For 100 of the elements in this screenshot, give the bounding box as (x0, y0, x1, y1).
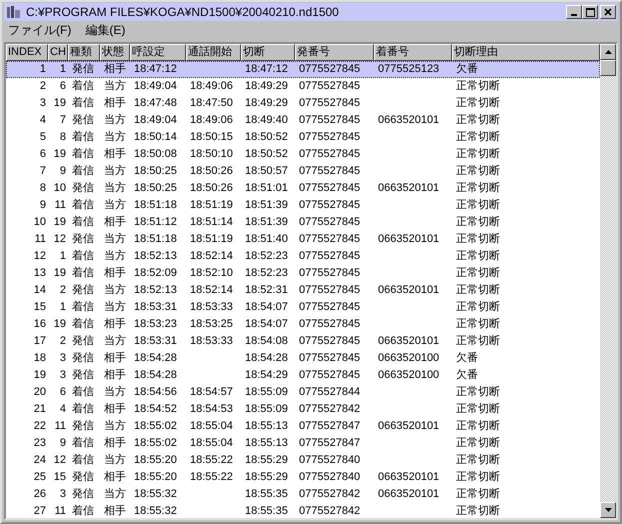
call-type-cell-text: 着信 (71, 385, 95, 400)
side-cell-text: 相手 (103, 147, 127, 162)
caller-number-cell-text: 0775527845 (298, 334, 362, 349)
reason-cell-text: 正常切断 (455, 249, 501, 264)
column-header[interactable]: INDEX (6, 44, 48, 61)
caller-number-cell-text: 0775527842 (298, 487, 362, 502)
reason-cell-text: 正常切断 (455, 113, 501, 128)
table-row[interactable]: 22 11 発信 当方 18:55:02 18:55:04 18:55:13 0775527847 0663520101 正常切断 (6, 418, 600, 435)
channel-cell-text: 2 (58, 334, 67, 349)
table-row[interactable]: 5 8 着信 当方 18:50:14 18:50:15 18:50:52 0775527845 正常切断 (6, 129, 600, 146)
menu-item[interactable]: 編集(E) (85, 22, 126, 38)
side-cell-text: 当方 (103, 181, 127, 196)
caller-number-cell-text: 0775527847 (298, 419, 362, 434)
index-cell-text: 21 (32, 402, 47, 417)
call-type-cell-text: 着信 (71, 215, 95, 230)
table-row[interactable]: 13 19 着信 相手 18:52:09 18:52:10 18:52:23 0775527845 正常切断 (6, 265, 600, 282)
column-header[interactable]: 切断 (241, 44, 295, 61)
reason-cell-text: 正常切断 (455, 164, 501, 179)
setup-time-cell-text: 18:55:20 (133, 470, 178, 485)
table-row[interactable]: 20 6 着信 当方 18:54:56 18:54:57 18:55:09 0775527844 正常切断 (6, 384, 600, 401)
caller-number-cell-text: 0775527845 (298, 181, 362, 196)
setup-time-cell-text: 18:52:13 (133, 249, 178, 264)
index-cell-text: 23 (32, 436, 47, 451)
table-row[interactable]: 2 6 着信 当方 18:49:04 18:49:06 18:49:29 0775527845 正常切断 (6, 78, 600, 95)
table-row[interactable]: 23 9 着信 相手 18:55:02 18:55:04 18:55:13 0775527847 正常切断 (6, 435, 600, 452)
scrollbar[interactable] (600, 44, 616, 518)
setup-time-cell-text: 18:52:13 (133, 283, 178, 298)
callee-number-cell-text: 0663520100 (377, 368, 440, 383)
start-time-cell-text: 18:47:50 (189, 96, 234, 111)
maximize-button[interactable] (582, 5, 598, 19)
start-time-cell-text: 18:55:04 (189, 436, 234, 451)
column-header[interactable]: CH (48, 44, 68, 61)
column-header[interactable]: 状態 (100, 44, 130, 61)
setup-time-cell-text: 18:51:18 (133, 232, 178, 247)
table-row[interactable]: 15 1 着信 当方 18:53:31 18:53:33 18:54:07 0775527845 正常切断 (6, 299, 600, 316)
end-time-cell-text: 18:50:57 (244, 164, 289, 179)
column-header[interactable]: 切断理由 (452, 44, 600, 61)
column-header[interactable]: 発番号 (295, 44, 374, 61)
end-time-cell-text: 18:54:08 (244, 334, 289, 349)
call-type-cell-text: 発信 (71, 283, 95, 298)
close-button[interactable] (600, 5, 616, 19)
table-row[interactable]: 6 19 着信 相手 18:50:08 18:50:10 18:50:52 0775527845 正常切断 (6, 146, 600, 163)
table-row[interactable]: 14 2 発信 当方 18:52:13 18:52:14 18:52:31 0775527845 0663520101 正常切断 (6, 282, 600, 299)
scroll-thumb[interactable] (600, 60, 616, 76)
channel-cell-text: 19 (52, 96, 67, 111)
table-row[interactable]: 16 19 着信 相手 18:53:23 18:53:25 18:54:07 0775527845 正常切断 (6, 316, 600, 333)
side-cell-text: 相手 (103, 62, 127, 77)
setup-time-cell-text: 18:53:31 (133, 300, 178, 315)
index-cell-text: 19 (32, 368, 47, 383)
scroll-up-button[interactable] (600, 44, 616, 60)
table-row[interactable]: 26 3 発信 当方 18:55:32 18:55:35 0775527842 0663520101 正常切断 (6, 486, 600, 503)
table-row[interactable]: 7 9 着信 当方 18:50:25 18:50:26 18:50:57 0775527845 正常切断 (6, 163, 600, 180)
column-header[interactable]: 種類 (68, 44, 100, 61)
index-cell-text: 5 (38, 130, 47, 145)
start-time-cell-text: 18:54:53 (189, 402, 234, 417)
column-header[interactable]: 呼設定 (130, 44, 186, 61)
start-time-cell-text: 18:55:22 (189, 453, 234, 468)
scroll-down-button[interactable] (600, 502, 616, 518)
end-time-cell-text: 18:52:23 (244, 249, 289, 264)
minimize-button[interactable] (566, 5, 582, 19)
table-row[interactable]: 24 12 着信 当方 18:55:20 18:55:22 18:55:29 0775527840 正常切断 (6, 452, 600, 469)
table-row[interactable]: 21 4 着信 相手 18:54:52 18:54:53 18:55:09 0775527842 正常切断 (6, 401, 600, 418)
table-row[interactable]: 3 19 着信 相手 18:47:48 18:47:50 18:49:29 0775527845 正常切断 (6, 95, 600, 112)
channel-cell-text: 7 (58, 113, 67, 128)
side-cell-text: 相手 (103, 470, 127, 485)
reason-cell-text: 正常切断 (455, 504, 501, 518)
side-cell-text: 当方 (103, 113, 127, 128)
table-row[interactable]: 18 3 発信 相手 18:54:28 18:54:28 0775527845 0663520100 欠番 (6, 350, 600, 367)
setup-time-cell-text: 18:50:25 (133, 181, 178, 196)
channel-cell-text: 19 (52, 147, 67, 162)
start-time-cell-text: 18:53:33 (189, 300, 234, 315)
call-type-cell-text: 発信 (71, 351, 95, 366)
table-row[interactable]: 17 2 発信 当方 18:53:31 18:53:33 18:54:08 0775527845 0663520101 正常切断 (6, 333, 600, 350)
column-header[interactable]: 通話開始 (186, 44, 241, 61)
table-row[interactable]: 1 1 発信 相手 18:47:12 18:47:12 0775527845 0775525123 欠番 (6, 61, 600, 78)
table-row[interactable]: 9 11 着信 当方 18:51:18 18:51:19 18:51:39 0775527845 正常切断 (6, 197, 600, 214)
call-type-cell-text: 着信 (71, 402, 95, 417)
table-row[interactable]: 19 3 発信 相手 18:54:28 18:54:29 0775527845 0663520100 欠番 (6, 367, 600, 384)
channel-cell-text: 10 (52, 181, 67, 196)
table-row[interactable]: 4 7 発信 当方 18:49:04 18:49:06 18:49:40 0775527845 0663520101 正常切断 (6, 112, 600, 129)
call-type-cell-text: 発信 (71, 232, 95, 247)
menu-item[interactable]: ファイル(F) (8, 22, 72, 38)
setup-time-cell-text: 18:53:23 (133, 317, 178, 332)
channel-cell-text: 8 (58, 130, 67, 145)
table-row[interactable]: 10 19 着信 相手 18:51:12 18:51:14 18:51:39 0775527845 正常切断 (6, 214, 600, 231)
table-row[interactable]: 8 10 発信 当方 18:50:25 18:50:26 18:51:01 0775527845 0663520101 正常切断 (6, 180, 600, 197)
side-cell-text: 当方 (103, 198, 127, 213)
table-row[interactable]: 27 11 着信 相手 18:55:32 18:55:35 0775527842 正常切断 (6, 503, 600, 518)
table-row[interactable]: 12 1 着信 当方 18:52:13 18:52:14 18:52:23 0775527845 正常切断 (6, 248, 600, 265)
table-row[interactable]: 11 12 発信 当方 18:51:18 18:51:19 18:51:40 0775527845 0663520101 正常切断 (6, 231, 600, 248)
index-cell-text: 7 (38, 164, 47, 179)
reason-cell-text: 正常切断 (455, 317, 501, 332)
column-header[interactable]: 着番号 (374, 44, 452, 61)
end-time-cell-text: 18:51:01 (244, 181, 289, 196)
index-cell-text: 1 (38, 62, 47, 77)
caller-number-cell-text: 0775527845 (298, 62, 362, 77)
callee-number-cell-text: 0663520100 (377, 351, 440, 366)
side-cell-text: 当方 (103, 300, 127, 315)
table-row[interactable]: 25 15 発信 相手 18:55:20 18:55:22 18:55:29 0775527840 0663520101 正常切断 (6, 469, 600, 486)
side-cell-text: 当方 (103, 130, 127, 145)
